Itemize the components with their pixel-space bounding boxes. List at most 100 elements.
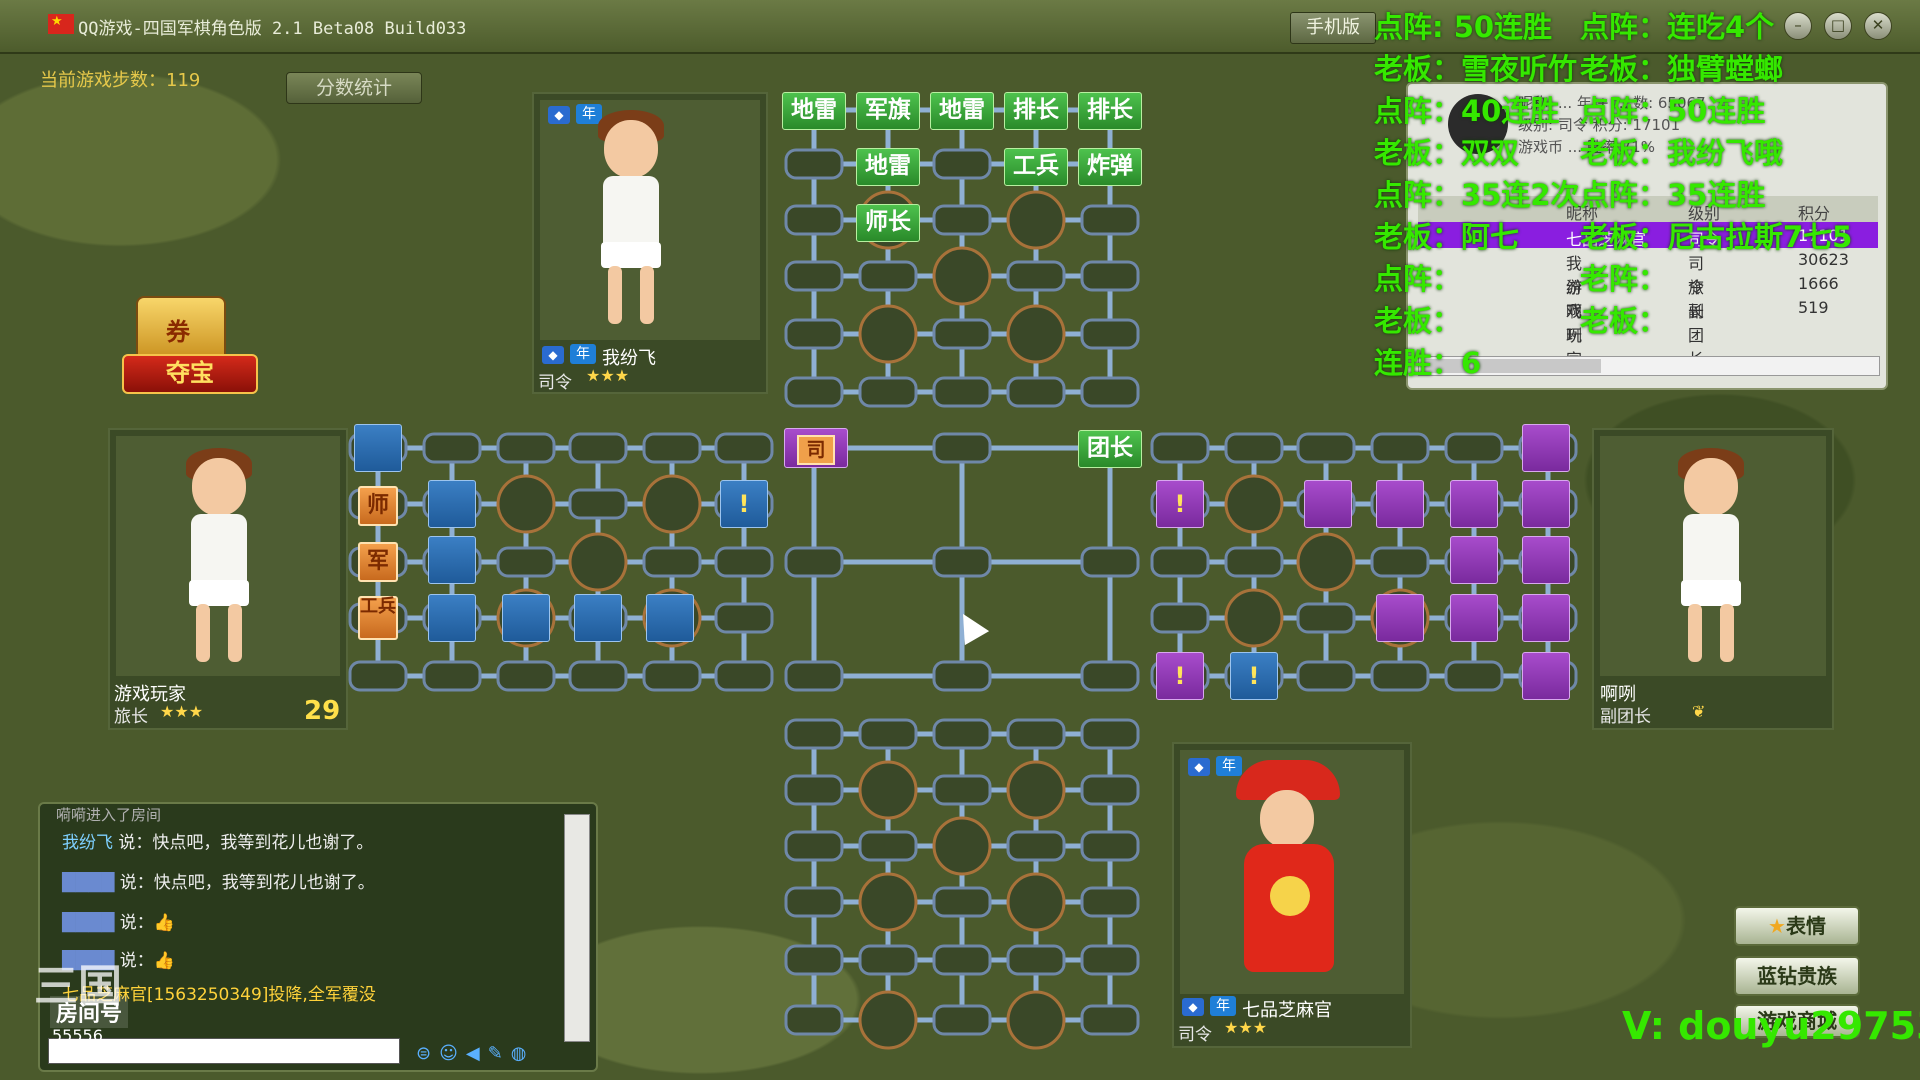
board-station (642, 432, 702, 464)
piece-green[interactable]: 炸弹 (1078, 148, 1142, 186)
piece-blue[interactable] (428, 536, 476, 584)
piece-purple[interactable] (1522, 536, 1570, 584)
board-station (1296, 660, 1356, 692)
board-station (1444, 660, 1504, 692)
board-station (932, 318, 992, 350)
overlay-line: 点阵：35连2次 (1374, 178, 1580, 212)
chat-text: 说：快点吧，我等到花儿也谢了。 (113, 833, 374, 853)
emoji-button[interactable]: ★表情 (1734, 906, 1860, 946)
board-station (784, 660, 844, 692)
board-station (1150, 546, 1210, 578)
piece-blue[interactable] (354, 424, 402, 472)
chat-panel[interactable]: 嗬嗬进入了房间 我纷飞 说：快点吧，我等到花儿也谢了。 ████ 说：快点吧，我… (38, 802, 598, 1072)
board-camp (496, 474, 556, 534)
board-station (422, 432, 482, 464)
board-station (932, 774, 992, 806)
board-station (1080, 886, 1140, 918)
board-station (784, 260, 844, 292)
piece-blue-unknown[interactable]: ! (1230, 652, 1278, 700)
row-score: 1666 (1798, 274, 1839, 293)
piece-orange[interactable]: 师 (358, 486, 398, 526)
board-station (784, 1004, 844, 1036)
blue-diamond-button[interactable]: 蓝钻贵族 (1734, 956, 1860, 996)
board-camp (858, 760, 918, 820)
piece-purple[interactable] (1522, 652, 1570, 700)
piece-green[interactable]: 排长 (1004, 92, 1068, 130)
board-camp (858, 990, 918, 1050)
piece-green[interactable]: 团长 (1078, 430, 1142, 468)
overlay-line: 老板： (1374, 304, 1462, 338)
piece-orange[interactable]: 军 (358, 542, 398, 582)
chat-sender: 我纷飞 (62, 833, 113, 853)
piece-blue[interactable] (574, 594, 622, 642)
board-station (784, 204, 844, 236)
piece-purple[interactable] (1522, 594, 1570, 642)
board-station (568, 660, 628, 692)
chat-line: ████ 说：👍 (62, 908, 175, 933)
overlay-line: 点阵： (1374, 262, 1462, 296)
board-station (714, 602, 774, 634)
board-station (1080, 660, 1140, 692)
piece-purple[interactable] (1376, 594, 1424, 642)
board-station (714, 546, 774, 578)
chat-text: 说： (114, 913, 154, 933)
piece-green[interactable]: 师长 (856, 204, 920, 242)
board-station (784, 318, 844, 350)
board-station (784, 774, 844, 806)
chat-scrollbar[interactable] (564, 814, 590, 1042)
piece-orange[interactable]: 工兵 (358, 596, 398, 640)
board-station (1080, 718, 1140, 750)
board-station (1370, 432, 1430, 464)
piece-purple-unknown[interactable]: ! (1156, 480, 1204, 528)
board-camp (932, 246, 992, 306)
board-station (714, 432, 774, 464)
piece-green[interactable]: 地雷 (930, 92, 994, 130)
piece-blue[interactable] (428, 480, 476, 528)
piece-purple-unknown[interactable]: ! (1156, 652, 1204, 700)
piece-blue[interactable] (646, 594, 694, 642)
board-station (932, 660, 992, 692)
board-station (496, 546, 556, 578)
piece-green[interactable]: 地雷 (782, 92, 846, 130)
board-station (932, 1004, 992, 1036)
piece-purple-commander[interactable]: 司 (784, 428, 848, 468)
board-station (784, 886, 844, 918)
board-station (1006, 376, 1066, 408)
board-station (932, 204, 992, 236)
piece-blue-unknown[interactable]: ! (720, 480, 768, 528)
board-camp (1006, 872, 1066, 932)
piece-purple[interactable] (1376, 480, 1424, 528)
piece-green[interactable]: 地雷 (856, 148, 920, 186)
piece-purple[interactable] (1450, 536, 1498, 584)
piece-blue[interactable] (428, 594, 476, 642)
piece-purple[interactable] (1304, 480, 1352, 528)
chat-line: ████ 说：快点吧，我等到花儿也谢了。 (62, 868, 375, 893)
piece-purple[interactable] (1522, 424, 1570, 472)
board-station (1080, 376, 1140, 408)
piece-purple[interactable] (1522, 480, 1570, 528)
board-station (1006, 830, 1066, 862)
board-station (1296, 432, 1356, 464)
board-station (568, 488, 628, 520)
board-station (1080, 204, 1140, 236)
board-station (1080, 1004, 1140, 1036)
emoji-label: 表情 (1785, 914, 1826, 938)
chat-toolbar[interactable]: ⊜☺◀✎◍ (416, 1043, 534, 1064)
board-station (1080, 830, 1140, 862)
board-station (1296, 602, 1356, 634)
chat-text: 说：快点吧，我等到花儿也谢了。 (114, 873, 375, 893)
piece-green[interactable]: 军旗 (856, 92, 920, 130)
board-station (1080, 318, 1140, 350)
list-hscrollbar[interactable] (1418, 356, 1880, 376)
piece-green[interactable]: 工兵 (1004, 148, 1068, 186)
board-station (422, 660, 482, 692)
piece-blue[interactable] (502, 594, 550, 642)
piece-purple[interactable] (1450, 480, 1498, 528)
board-station (642, 660, 702, 692)
board-station (1006, 718, 1066, 750)
board-station (1080, 260, 1140, 292)
piece-green[interactable]: 排长 (1078, 92, 1142, 130)
overlay-line: 老板：雪夜听竹 (1374, 52, 1578, 86)
piece-purple[interactable] (1450, 594, 1498, 642)
chat-line: 我纷飞 说：快点吧，我等到花儿也谢了。 (62, 828, 373, 853)
